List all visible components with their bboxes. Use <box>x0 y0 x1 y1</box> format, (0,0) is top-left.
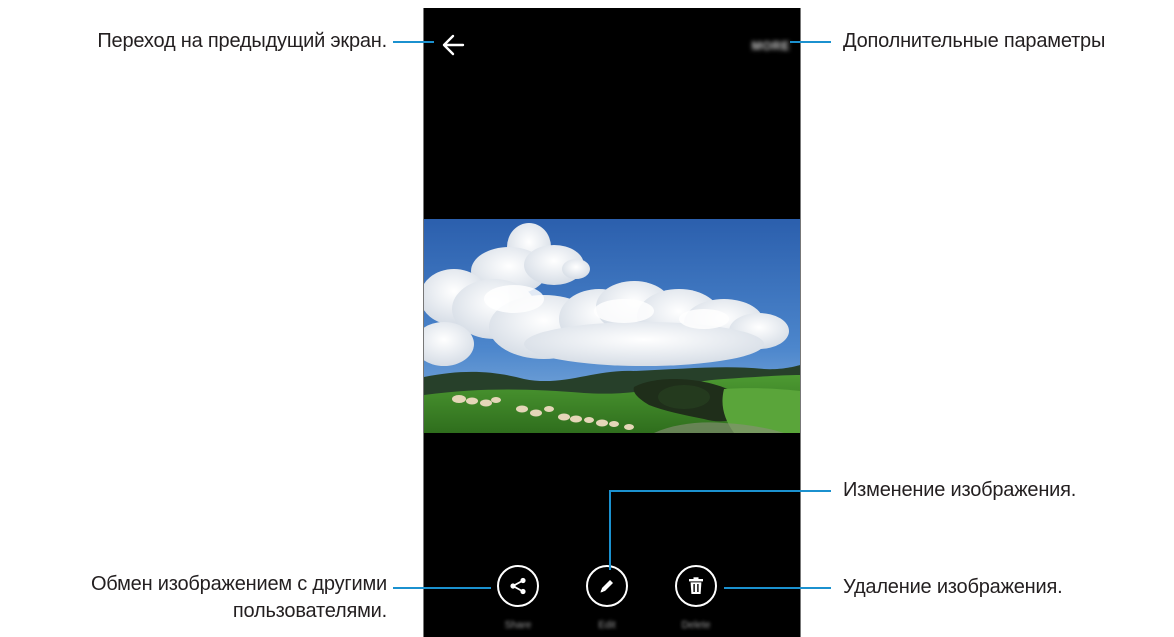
callout-line-edit-h <box>609 490 831 492</box>
share-icon <box>510 577 526 595</box>
frame-edge-left <box>423 8 424 637</box>
share-button[interactable] <box>497 565 539 607</box>
delete-label: Delete <box>681 620 711 631</box>
callout-more: Дополнительные параметры <box>843 30 1106 52</box>
callout-line-share <box>393 587 491 589</box>
callout-line-more <box>790 41 831 43</box>
callout-line-edit-v <box>609 490 611 570</box>
callout-delete: Удаление изображения. <box>843 576 1063 598</box>
share-label: Share <box>504 620 532 631</box>
edit-button[interactable] <box>586 565 628 607</box>
callout-line-back <box>393 41 434 43</box>
callout-share: Обмен изображением с другими пользовател… <box>91 571 387 625</box>
frame-edge-right <box>800 8 801 637</box>
more-button[interactable]: MORE <box>752 39 790 53</box>
delete-button[interactable] <box>675 565 717 607</box>
photo[interactable] <box>424 219 800 433</box>
callout-share-line1: Обмен изображением с другими <box>90 573 387 595</box>
callout-back: Переход на предыдущий экран. <box>97 30 387 52</box>
back-button[interactable] <box>432 30 466 60</box>
arrow-left-icon <box>442 34 465 56</box>
edit-label: Edit <box>598 620 616 631</box>
trash-icon <box>689 577 703 594</box>
callout-line-delete <box>724 587 831 589</box>
callout-edit: Изменение изображения. <box>843 479 1077 501</box>
pencil-icon <box>600 580 613 593</box>
gallery-viewer-screen: MORE Share Edit Delete <box>424 8 800 637</box>
callout-share-line2: пользователями. <box>232 600 387 622</box>
